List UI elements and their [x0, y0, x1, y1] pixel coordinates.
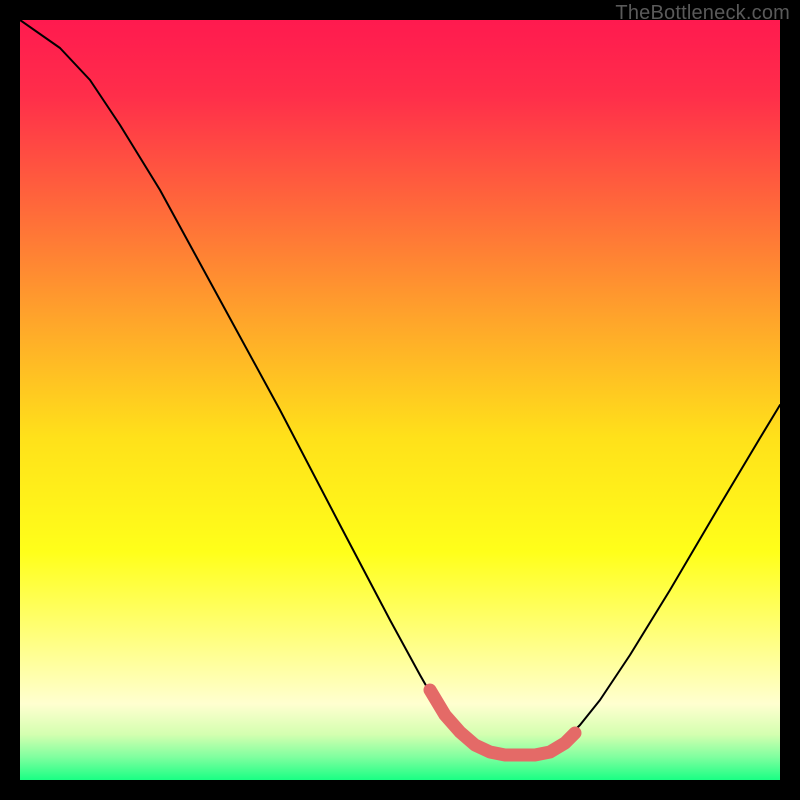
- curve-layer: [20, 20, 780, 780]
- chart-stage: TheBottleneck.com: [0, 0, 800, 800]
- optimal-zone-highlight: [430, 690, 575, 755]
- plot-area: [20, 20, 780, 780]
- bottleneck-curve: [20, 20, 780, 755]
- watermark-text: TheBottleneck.com: [615, 2, 790, 25]
